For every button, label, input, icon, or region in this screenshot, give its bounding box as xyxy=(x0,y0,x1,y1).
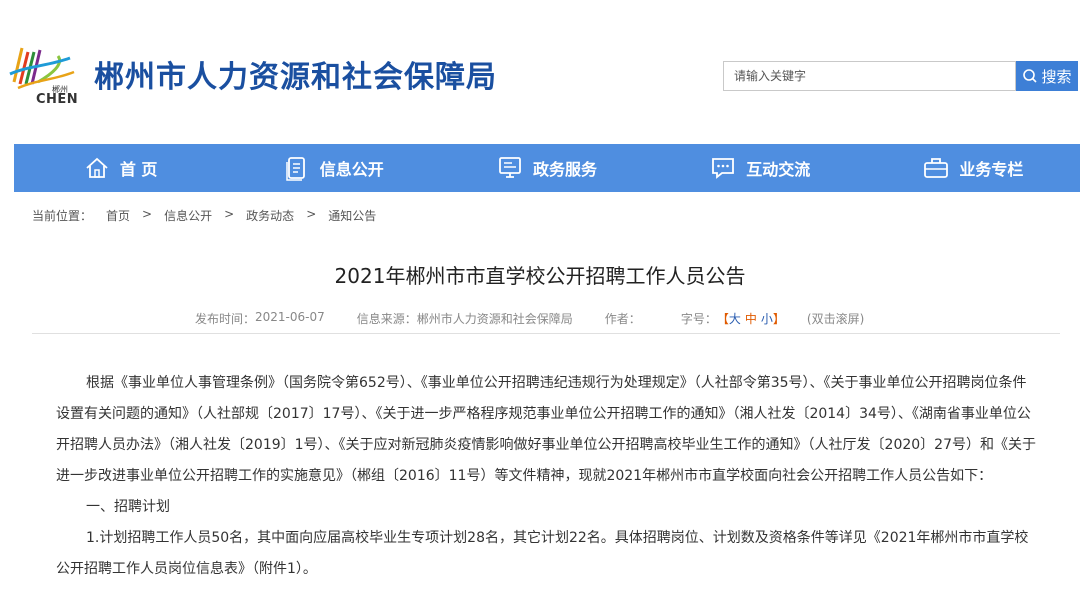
site-title[interactable]: 郴州市人力资源和社会保障局 xyxy=(94,52,497,96)
breadcrumb-separator: > xyxy=(224,207,235,221)
author-label: 作者： xyxy=(604,312,641,326)
publish-date: 2021-06-07 xyxy=(255,310,325,324)
site-header: 郴州 CHEN 郴州市人力资源和社会保障局 搜索 xyxy=(0,0,1080,140)
body-paragraph: 1.计划招聘工作人员50名，其中面向应届高校毕业生专项计划28名，其它计划22名… xyxy=(56,530,1029,577)
logo-text: CHEN xyxy=(36,92,79,107)
search-button[interactable]: 搜索 xyxy=(1016,61,1078,91)
font-size-medium-button[interactable]: 中 xyxy=(745,310,757,327)
monitor-icon xyxy=(499,157,521,178)
nav-item-service[interactable]: 政务服务 xyxy=(440,144,653,192)
home-icon xyxy=(86,157,108,178)
chat-icon xyxy=(712,158,735,179)
font-size-close-bracket: 】 xyxy=(772,312,785,326)
main-nav: 首 页 信息公开 政务服务 互动交流 业务专栏 xyxy=(14,144,1080,192)
briefcase-icon xyxy=(924,158,949,178)
nav-item-column[interactable]: 业务专栏 xyxy=(867,144,1080,192)
document-icon xyxy=(286,157,305,181)
font-size-label: 字号： xyxy=(680,312,717,326)
font-size-open-bracket: 【 xyxy=(716,312,729,326)
font-size-small-button[interactable]: 小 xyxy=(761,310,773,327)
font-size-large-button[interactable]: 大 xyxy=(729,310,741,327)
breadcrumb: 当前位置： 首页 > 信息公开 > 政务动态 > 通知公告 xyxy=(32,207,376,224)
breadcrumb-link-home[interactable]: 首页 xyxy=(106,207,130,224)
site-logo[interactable]: 郴州 CHEN xyxy=(8,44,84,108)
breadcrumb-link-news[interactable]: 政务动态 xyxy=(246,207,294,224)
search-input[interactable] xyxy=(723,61,1016,91)
breadcrumb-separator: > xyxy=(306,207,317,221)
breadcrumb-link-info[interactable]: 信息公开 xyxy=(164,207,212,224)
section-heading: 一、招聘计划 xyxy=(86,499,170,515)
meta-divider xyxy=(32,333,1060,334)
nav-label: 信息公开 xyxy=(319,160,384,179)
nav-item-home[interactable]: 首 页 xyxy=(14,144,227,192)
breadcrumb-separator: > xyxy=(142,207,153,221)
nav-label: 业务专栏 xyxy=(959,160,1024,179)
source-value: 郴州市人力资源和社会保障局 xyxy=(416,312,573,326)
scroll-hint[interactable]: (双击滚屏) xyxy=(807,310,864,327)
search-icon xyxy=(1023,69,1038,83)
source-label: 信息来源： xyxy=(356,312,417,326)
article-title: 2021年郴州市市直学校公开招聘工作人员公告 xyxy=(334,264,746,288)
body-paragraph: 根据《事业单位人事管理条例》（国务院令第652号）、《事业单位公开招聘违纪违规行… xyxy=(56,375,1036,484)
article-body: 根据《事业单位人事管理条例》（国务院令第652号）、《事业单位公开招聘违纪违规行… xyxy=(56,368,1036,585)
breadcrumb-link-notice[interactable]: 通知公告 xyxy=(328,207,376,224)
nav-item-info[interactable]: 信息公开 xyxy=(227,144,440,192)
date-label: 发布时间： xyxy=(195,312,256,326)
article-meta: 发布时间： 2021-06-07 信息来源： 郴州市人力资源和社会保障局 作者：… xyxy=(195,310,864,327)
nav-label: 首 页 xyxy=(119,160,158,179)
breadcrumb-prefix: 当前位置： xyxy=(32,209,93,223)
nav-label: 互动交流 xyxy=(746,160,811,179)
nav-item-interact[interactable]: 互动交流 xyxy=(654,144,867,192)
nav-label: 政务服务 xyxy=(533,160,598,179)
search-button-label: 搜索 xyxy=(1041,67,1072,86)
